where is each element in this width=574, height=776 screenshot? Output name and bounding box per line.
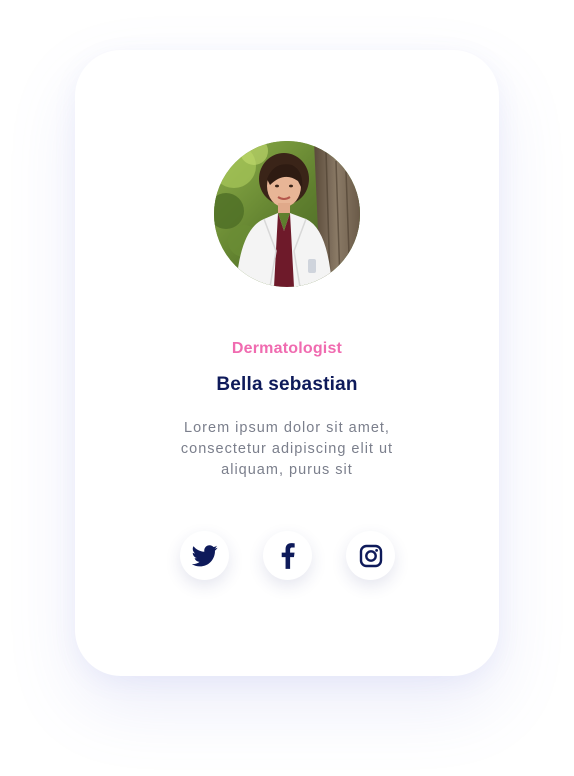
facebook-icon bbox=[281, 542, 295, 569]
social-links bbox=[75, 531, 499, 581]
facebook-button[interactable] bbox=[263, 531, 312, 580]
instagram-icon bbox=[359, 544, 382, 567]
profile-role: Dermatologist bbox=[231, 340, 343, 357]
profile-name: Bella sebastian bbox=[216, 374, 358, 395]
profile-bio: Lorem ipsum dolor sit amet, consectetur … bbox=[180, 420, 394, 478]
twitter-button[interactable] bbox=[180, 531, 229, 580]
instagram-button[interactable] bbox=[346, 531, 395, 580]
page-background: Dermatologist Bella sebastian Lorem ipsu… bbox=[0, 0, 574, 776]
twitter-icon bbox=[191, 544, 218, 566]
avatar bbox=[214, 141, 360, 287]
avatar-photo bbox=[214, 141, 360, 287]
profile-card: Dermatologist Bella sebastian Lorem ipsu… bbox=[75, 50, 499, 676]
